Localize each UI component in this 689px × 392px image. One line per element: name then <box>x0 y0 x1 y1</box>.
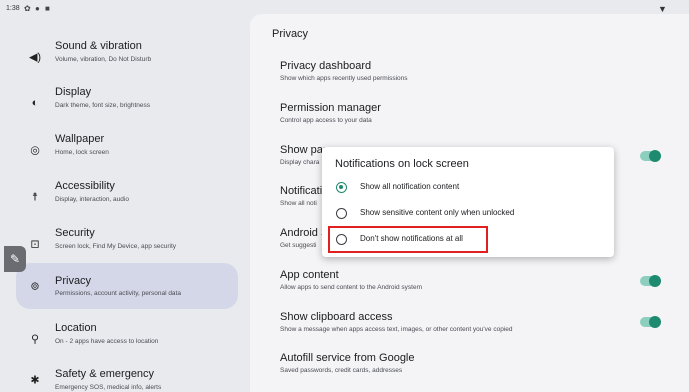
nav-item-subtitle: Display, interaction, audio <box>55 196 129 203</box>
asterisk-icon: ✱ <box>30 374 40 387</box>
setting-title: Privacy dashboard <box>280 60 372 72</box>
setting-app-content[interactable]: App content Allow apps to send content t… <box>280 269 660 291</box>
lock-icon: ⊡ <box>30 238 40 251</box>
nav-item-wallpaper[interactable]: ◎ Wallpaper Home, lock screen <box>16 127 238 173</box>
nav-item-safety-emergency[interactable]: ✱ Safety & emergency Emergency SOS, medi… <box>16 362 238 392</box>
app-content-toggle[interactable] <box>640 275 661 287</box>
nav-item-subtitle: Permissions, account activity, personal … <box>55 290 181 297</box>
nav-item-subtitle: Volume, vibration, Do Not Disturb <box>55 56 152 63</box>
setting-title: Show clipboard access <box>280 311 393 323</box>
nav-item-subtitle: Emergency SOS, medical info, alerts <box>55 384 162 391</box>
clock: 1:38 <box>6 5 20 12</box>
setting-title: Autofill service from Google <box>280 352 415 364</box>
nav-item-security[interactable]: ⊡ Security Screen lock, Find My Device, … <box>16 221 238 267</box>
location-icon: ⚲ <box>30 333 40 346</box>
circle-icon: ● <box>35 4 40 13</box>
pencil-icon[interactable]: ✎ <box>4 246 26 272</box>
nav-item-subtitle: On - 2 apps have access to location <box>55 338 159 345</box>
highlight-box <box>328 226 488 253</box>
nav-item-title: Display <box>55 86 92 98</box>
accessibility-icon: ☨ <box>32 191 38 204</box>
palette-icon: ◎ <box>30 144 40 157</box>
setting-subtitle: Allow apps to send content to the Androi… <box>280 284 423 291</box>
setting-permission-manager[interactable]: Permission manager Control app access to… <box>280 102 660 124</box>
page-title: Privacy <box>272 28 309 40</box>
settings-nav: ◀) Sound & vibration Volume, vibration, … <box>0 20 250 392</box>
wifi-icon: ▼ <box>658 4 667 14</box>
setting-subtitle: Control app access to your data <box>280 117 372 124</box>
square-icon: ■ <box>45 4 50 13</box>
nav-item-subtitle: Home, lock screen <box>55 149 109 156</box>
nav-item-title: Wallpaper <box>55 133 105 145</box>
toggle-knob <box>649 150 661 162</box>
nav-item-title: Location <box>55 322 97 334</box>
nav-item-privacy[interactable]: ⊚ Privacy Permissions, account activity,… <box>16 263 238 309</box>
option-label: Show all notification content <box>360 182 460 191</box>
nav-item-title: Sound & vibration <box>55 40 142 52</box>
option-sensitive-only-unlocked[interactable]: Show sensitive content only when unlocke… <box>332 203 602 225</box>
speaker-icon: ◀) <box>28 51 42 64</box>
setting-autofill-service[interactable]: Autofill service from Google Saved passw… <box>280 352 660 374</box>
toggle-knob <box>649 275 661 287</box>
nav-item-sound-vibration[interactable]: ◀) Sound & vibration Volume, vibration, … <box>16 34 238 80</box>
nav-item-location[interactable]: ⚲ Location On - 2 apps have access to lo… <box>16 316 238 362</box>
setting-clipboard-access[interactable]: Show clipboard access Show a message whe… <box>280 311 660 333</box>
nav-item-title: Security <box>55 227 95 239</box>
toggle-knob <box>649 316 661 328</box>
nav-item-subtitle: Dark theme, font size, brightness <box>55 102 151 109</box>
nav-item-display[interactable]: ◐ Display Dark theme, font size, brightn… <box>16 80 238 126</box>
option-show-all-content[interactable]: Show all notification content <box>332 177 602 199</box>
clipboard-access-toggle[interactable] <box>640 316 661 328</box>
radio-button[interactable] <box>336 208 347 219</box>
nav-item-title: Accessibility <box>55 180 115 192</box>
setting-title: Permission manager <box>280 102 381 114</box>
show-passwords-toggle[interactable] <box>640 150 661 162</box>
setting-subtitle: Show a message when apps access text, im… <box>280 326 513 333</box>
privacy-icon: ⊚ <box>30 280 40 293</box>
nav-item-accessibility[interactable]: ☨ Accessibility Display, interaction, au… <box>16 174 238 220</box>
nav-item-subtitle: Screen lock, Find My Device, app securit… <box>55 243 177 250</box>
setting-subtitle: Saved passwords, credit cards, addresses <box>280 367 403 374</box>
setting-privacy-dashboard[interactable]: Privacy dashboard Show which apps recent… <box>280 60 660 82</box>
setting-subtitle: Show which apps recently used permission… <box>280 75 408 82</box>
dialog-title: Notifications on lock screen <box>335 158 469 170</box>
radio-button-checked[interactable] <box>336 182 347 193</box>
option-label: Show sensitive content only when unlocke… <box>360 208 515 217</box>
gear-icon: ✿ <box>24 4 31 13</box>
nav-item-title: Safety & emergency <box>55 368 155 380</box>
setting-title: App content <box>280 269 339 281</box>
nav-item-title: Privacy <box>55 275 92 287</box>
brightness-icon: ◐ <box>31 97 39 109</box>
